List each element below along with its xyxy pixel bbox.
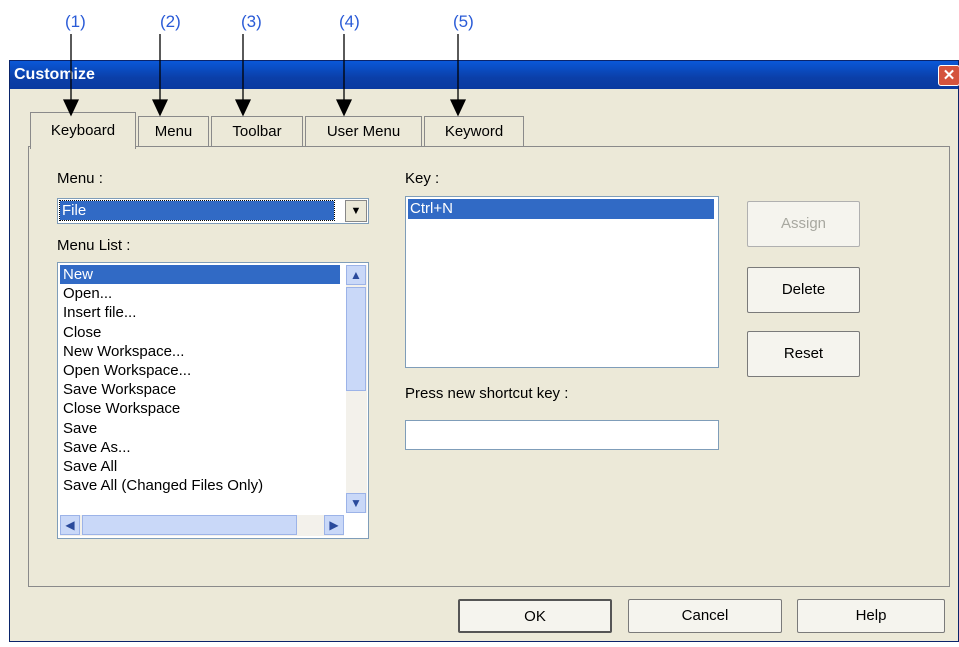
list-item[interactable]: Save As...	[60, 438, 340, 457]
list-item[interactable]: Open Workspace...	[60, 361, 340, 380]
menu-list-items: New Open... Insert file... Close New Wor…	[60, 265, 340, 513]
key-listbox[interactable]: Ctrl+N	[405, 196, 719, 368]
tab-keyboard-label: Keyboard	[50, 122, 116, 139]
list-item[interactable]: Close	[60, 323, 340, 342]
callout-2: (2)	[160, 12, 181, 31]
assign-button[interactable]: Assign	[747, 201, 860, 247]
list-item[interactable]: Open...	[60, 284, 340, 303]
assign-button-label: Assign	[780, 215, 827, 232]
callout-1: (1)	[65, 12, 86, 31]
menu-label: Menu :	[57, 170, 103, 187]
list-item[interactable]: Save	[60, 419, 340, 438]
close-button[interactable]: ✕	[938, 65, 959, 86]
ok-button-label: OK	[524, 608, 546, 625]
horizontal-scrollbar[interactable]: ◀ ▶	[60, 515, 344, 536]
list-item[interactable]: Save All	[60, 457, 340, 476]
horizontal-scroll-thumb[interactable]	[82, 515, 297, 535]
key-label: Key :	[405, 170, 440, 187]
scroll-right-icon[interactable]: ▶	[324, 515, 344, 535]
list-item[interactable]: Save All (Changed Files Only)	[60, 476, 340, 495]
reset-button[interactable]: Reset	[747, 331, 860, 377]
menu-listbox[interactable]: New Open... Insert file... Close New Wor…	[57, 262, 369, 539]
menu-list-label: Menu List :	[57, 237, 131, 254]
list-item[interactable]: Insert file...	[60, 303, 340, 322]
window-title: Customize	[14, 66, 95, 83]
tab-keyword[interactable]: Keyword	[424, 116, 524, 146]
callout-4: (4)	[339, 12, 360, 31]
shortcut-label: Press new shortcut key :	[405, 385, 569, 402]
cancel-button-label: Cancel	[681, 607, 729, 624]
delete-button-label: Delete	[781, 281, 826, 298]
chevron-down-icon[interactable]: ▼	[345, 200, 367, 222]
scroll-down-icon[interactable]: ▼	[346, 493, 366, 513]
list-item[interactable]: Close Workspace	[60, 399, 340, 418]
ok-button[interactable]: OK	[458, 599, 612, 633]
list-item[interactable]: Ctrl+N	[408, 199, 714, 219]
tab-menu-label: Menu	[154, 123, 193, 140]
tab-keyboard[interactable]: Keyboard	[30, 112, 136, 149]
callout-3: (3)	[241, 12, 262, 31]
vertical-scrollbar[interactable]: ▲ ▼	[346, 265, 367, 513]
tab-menu[interactable]: Menu	[138, 116, 209, 146]
callout-5: (5)	[453, 12, 474, 31]
menu-combobox[interactable]: File ▼	[57, 198, 369, 224]
tab-user-menu[interactable]: User Menu	[305, 116, 422, 146]
list-item[interactable]: New	[60, 265, 340, 285]
scroll-left-icon[interactable]: ◀	[60, 515, 80, 535]
list-item[interactable]: Save Workspace	[60, 380, 340, 399]
menu-combobox-value: File	[59, 200, 335, 221]
help-button-label: Help	[855, 607, 887, 624]
list-item[interactable]: New Workspace...	[60, 342, 340, 361]
tab-toolbar[interactable]: Toolbar	[211, 116, 303, 146]
tab-keyword-label: Keyword	[444, 123, 504, 140]
help-button[interactable]: Help	[797, 599, 945, 633]
tab-toolbar-label: Toolbar	[232, 123, 282, 140]
title-bar[interactable]: Customize ✕	[10, 61, 959, 89]
shortcut-input[interactable]	[405, 420, 719, 450]
vertical-scroll-thumb[interactable]	[346, 287, 366, 391]
reset-button-label: Reset	[783, 345, 824, 362]
scroll-up-icon[interactable]: ▲	[346, 265, 366, 285]
cancel-button[interactable]: Cancel	[628, 599, 782, 633]
tab-user-menu-label: User Menu	[326, 123, 401, 140]
delete-button[interactable]: Delete	[747, 267, 860, 313]
close-icon: ✕	[942, 67, 956, 84]
